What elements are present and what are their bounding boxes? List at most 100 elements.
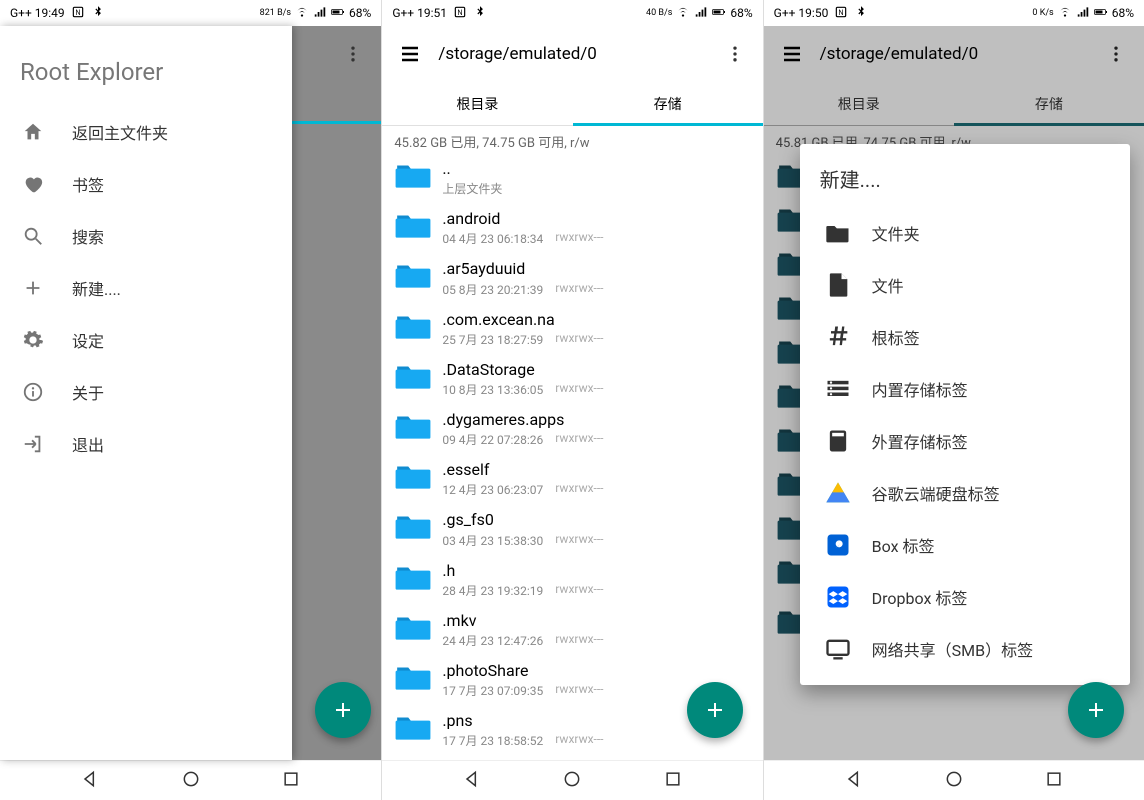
popup-item[interactable]: 根标签 bbox=[800, 311, 1130, 363]
folder-icon bbox=[394, 360, 432, 392]
fab-add[interactable] bbox=[687, 682, 743, 738]
nav-recent[interactable] bbox=[281, 769, 301, 793]
file-perm: rwxrwx--- bbox=[555, 331, 603, 348]
nav-back[interactable] bbox=[844, 769, 864, 793]
file-row[interactable]: .esself 12 4月 23 06:23:07rwxrwx--- bbox=[382, 454, 762, 504]
storage-summary: 45.82 GB 已用, 74.75 GB 可用, r/w bbox=[382, 126, 762, 153]
drawer-item-label: 新建.... bbox=[72, 276, 121, 300]
file-perm: rwxrwx--- bbox=[555, 381, 603, 398]
nav-recent[interactable] bbox=[1044, 769, 1064, 793]
drawer-item-search[interactable]: 搜索 bbox=[0, 210, 292, 262]
app-bar: /storage/emulated/0 bbox=[382, 26, 762, 82]
nav-back[interactable] bbox=[80, 769, 100, 793]
fab-add[interactable] bbox=[315, 682, 371, 738]
hamburger-button[interactable] bbox=[772, 34, 812, 74]
file-list[interactable]: .. 上层文件夹 .android 04 4月 23 06:18:34rwxrw… bbox=[382, 153, 762, 760]
file-name: .mkv bbox=[442, 611, 750, 630]
wifi-icon bbox=[1058, 5, 1072, 22]
file-row[interactable]: .DataStorage 10 8月 23 13:36:05rwxrwx--- bbox=[382, 354, 762, 404]
file-date: 17 7月 23 07:09:35 bbox=[442, 682, 543, 699]
file-perm: rwxrwx--- bbox=[555, 632, 603, 649]
drawer-title: Root Explorer bbox=[0, 46, 292, 106]
popup-item-label: 文件 bbox=[872, 273, 904, 297]
file-row[interactable]: .h 28 4月 23 19:32:19rwxrwx--- bbox=[382, 555, 762, 605]
folder-icon bbox=[394, 209, 432, 241]
file-row[interactable]: .android 04 4月 23 06:18:34rwxrwx--- bbox=[382, 203, 762, 253]
overflow-button[interactable] bbox=[343, 44, 363, 68]
popup-item[interactable]: 网络共享（SMB）标签 bbox=[800, 623, 1130, 675]
popup-item[interactable]: 文件 bbox=[800, 259, 1130, 311]
drawer-item-settings[interactable]: 设定 bbox=[0, 314, 292, 366]
navigation-drawer: Root Explorer 返回主文件夹 书签 搜索 新建.... 设定 关于 … bbox=[0, 26, 292, 760]
file-row[interactable]: .mkv 24 4月 23 12:47:26rwxrwx--- bbox=[382, 605, 762, 655]
popup-item[interactable]: 谷歌云端硬盘标签 bbox=[800, 467, 1130, 519]
current-path: /storage/emulated/0 bbox=[812, 44, 1096, 64]
popup-item[interactable]: Dropbox 标签 bbox=[800, 571, 1130, 623]
popup-item[interactable]: 外置存储标签 bbox=[800, 415, 1130, 467]
file-row[interactable]: .dygameres.apps 09 4月 22 07:28:26rwxrwx-… bbox=[382, 404, 762, 454]
app-bar: /storage/emulated/0 bbox=[764, 26, 1144, 82]
nav-recent[interactable] bbox=[663, 769, 683, 793]
overflow-button[interactable] bbox=[715, 34, 755, 74]
wifi-icon bbox=[295, 5, 309, 22]
fab-add[interactable] bbox=[1068, 682, 1124, 738]
android-nav-bar bbox=[764, 760, 1144, 800]
bluetooth-icon bbox=[854, 5, 868, 22]
popup-item-icon bbox=[824, 271, 852, 299]
status-time: G++ 19:49 bbox=[10, 6, 65, 20]
bluetooth-icon bbox=[91, 5, 105, 22]
screenshot-file-list: G++ 19:51 N 40 B/s 68% /storage/emulated… bbox=[381, 0, 762, 800]
popup-item[interactable]: Box 标签 bbox=[800, 519, 1130, 571]
drawer-item-new[interactable]: 新建.... bbox=[0, 262, 292, 314]
popup-item-icon bbox=[824, 427, 852, 455]
drawer-item-bookmarks[interactable]: 书签 bbox=[0, 158, 292, 210]
file-name: .com.excean.na bbox=[442, 310, 750, 329]
file-row[interactable]: .. 上层文件夹 bbox=[382, 153, 762, 203]
file-name: .h bbox=[442, 561, 750, 580]
drawer-item-label: 退出 bbox=[72, 432, 104, 456]
plus-icon bbox=[22, 277, 44, 299]
tabs: 根目录 存储 bbox=[382, 82, 762, 126]
overflow-button[interactable] bbox=[1096, 34, 1136, 74]
popup-item[interactable]: 文件夹 bbox=[800, 207, 1130, 259]
nfc-icon: N bbox=[71, 5, 85, 22]
battery-percent: 68% bbox=[730, 6, 752, 20]
file-date: 17 7月 23 18:58:52 bbox=[442, 732, 543, 749]
popup-item-icon bbox=[824, 635, 852, 663]
nav-back[interactable] bbox=[462, 769, 482, 793]
nav-home[interactable] bbox=[944, 769, 964, 793]
drawer-item-label: 设定 bbox=[72, 328, 104, 352]
hamburger-button[interactable] bbox=[390, 34, 430, 74]
battery-icon bbox=[331, 5, 345, 22]
nav-home[interactable] bbox=[562, 769, 582, 793]
bluetooth-icon bbox=[473, 5, 487, 22]
drawer-scrim[interactable] bbox=[291, 26, 381, 760]
file-perm: rwxrwx--- bbox=[555, 431, 603, 448]
file-row[interactable]: .ar5ayduuid 05 8月 23 20:21:39rwxrwx--- bbox=[382, 253, 762, 303]
file-name: .esself bbox=[442, 460, 750, 479]
tabs: 根目录 存储 bbox=[764, 82, 1144, 126]
nav-home[interactable] bbox=[181, 769, 201, 793]
folder-icon bbox=[394, 561, 432, 593]
popup-item-label: 文件夹 bbox=[872, 221, 920, 245]
popup-item-label: Box 标签 bbox=[872, 533, 935, 557]
file-row[interactable]: .gs_fs0 03 4月 23 15:38:30rwxrwx--- bbox=[382, 504, 762, 554]
file-perm: rwxrwx--- bbox=[555, 481, 603, 498]
drawer-item-label: 返回主文件夹 bbox=[72, 120, 168, 144]
android-nav-bar bbox=[0, 760, 381, 800]
popup-item-label: 外置存储标签 bbox=[872, 429, 968, 453]
drawer-item-about[interactable]: 关于 bbox=[0, 366, 292, 418]
drawer-item-label: 搜索 bbox=[72, 224, 104, 248]
tab-root[interactable]: 根目录 bbox=[764, 82, 954, 125]
nfc-icon: N bbox=[834, 5, 848, 22]
popup-item[interactable]: 内置存储标签 bbox=[800, 363, 1130, 415]
drawer-item-exit[interactable]: 退出 bbox=[0, 418, 292, 470]
tab-storage[interactable]: 存储 bbox=[573, 82, 763, 125]
drawer-item-home[interactable]: 返回主文件夹 bbox=[0, 106, 292, 158]
gear-icon bbox=[22, 329, 44, 351]
tab-storage[interactable]: 存储 bbox=[954, 82, 1144, 125]
file-date: 25 7月 23 18:27:59 bbox=[442, 331, 543, 348]
file-row[interactable]: .com.excean.na 25 7月 23 18:27:59 rwxrwx--… bbox=[382, 304, 762, 354]
battery-icon bbox=[712, 5, 726, 22]
tab-root[interactable]: 根目录 bbox=[382, 82, 572, 125]
